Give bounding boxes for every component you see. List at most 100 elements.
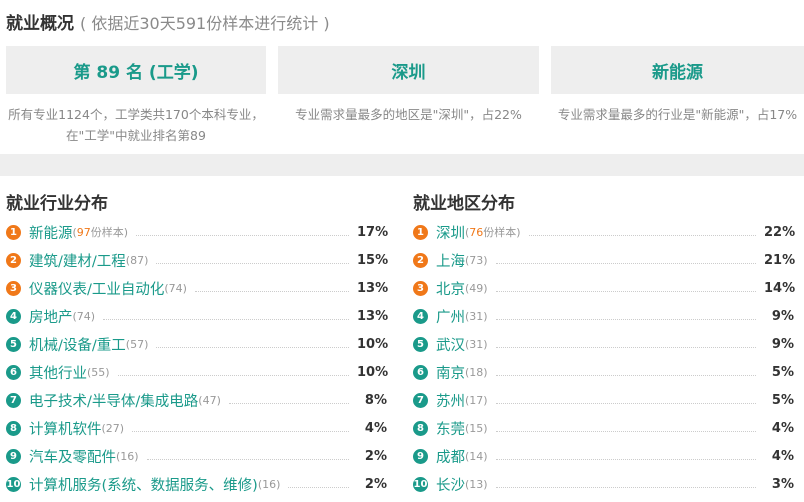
sample-count: (55) <box>87 365 110 379</box>
percentage: 15% <box>357 252 389 268</box>
region-row[interactable]: 10 长沙 (13) 3% <box>413 470 794 498</box>
sample-count: (74) <box>72 309 96 323</box>
sample-count: (57) <box>125 337 149 351</box>
percentage: 4% <box>364 420 387 436</box>
rank-badge: 9 <box>6 448 21 464</box>
industry-row[interactable]: 1 新能源 (97份样本) 17% <box>6 218 389 246</box>
sample-count: (16) <box>116 449 139 463</box>
rank-badge: 7 <box>413 392 428 408</box>
rank-description: 所有专业1124个，工学类共170个本科专业，在"工学"中就业排名第89 <box>8 107 264 143</box>
item-name-link[interactable]: 建筑/建材/工程 <box>29 250 126 271</box>
industry-section-title: 就业行业分布 <box>6 194 108 214</box>
item-name-link[interactable]: 深圳 <box>436 222 465 243</box>
industry-row[interactable]: 8 计算机软件 (27) 4% <box>6 414 387 442</box>
rank-badge: 5 <box>413 336 428 352</box>
sample-count: (47) <box>198 393 221 407</box>
region-row[interactable]: 5 武汉 (31) 9% <box>413 330 794 358</box>
region-row[interactable]: 4 广州 (31) 9% <box>413 302 794 330</box>
item-name-link[interactable]: 广州 <box>436 306 465 327</box>
region-row[interactable]: 6 南京 (18) 5% <box>413 358 794 386</box>
industry-row[interactable]: 5 机械/设备/重工 (57) 10% <box>6 330 388 358</box>
sample-count-number: 97 <box>76 226 91 239</box>
region-row[interactable]: 1 深圳 (76份样本) 22% <box>413 218 795 246</box>
item-name-link[interactable]: 北京 <box>436 278 465 299</box>
rank-badge: 8 <box>6 420 21 436</box>
region-row[interactable]: 7 苏州 (17) 5% <box>413 386 794 414</box>
item-name-link[interactable]: 房地产 <box>29 306 73 327</box>
dotted-leader <box>495 318 756 320</box>
top-region-card: 深圳 <box>278 46 539 94</box>
dotted-leader <box>495 402 756 404</box>
item-name-link[interactable]: 东莞 <box>436 418 465 439</box>
dotted-leader <box>194 290 349 292</box>
sample-count: (87) <box>125 253 149 267</box>
rank-badge: 10 <box>6 476 21 492</box>
item-name-link[interactable]: 仪器仪表/工业自动化 <box>29 278 164 299</box>
percentage: 9% <box>771 308 794 324</box>
rank-badge: 1 <box>413 224 428 240</box>
dotted-leader <box>495 346 756 348</box>
rank-badge: 5 <box>6 336 21 352</box>
item-name-link[interactable]: 长沙 <box>436 474 465 495</box>
rank-badge: 9 <box>413 448 428 464</box>
item-name-link[interactable]: 计算机软件 <box>29 418 102 439</box>
rank-badge: 10 <box>413 476 428 492</box>
dotted-leader <box>117 374 349 376</box>
industry-row[interactable]: 7 电子技术/半导体/集成电路 (47) 8% <box>6 386 387 414</box>
page-title: 就业概况 <box>6 14 74 34</box>
item-name-link[interactable]: 其他行业 <box>29 362 87 383</box>
item-name-link[interactable]: 上海 <box>436 250 465 271</box>
region-row[interactable]: 3 北京 (49) 14% <box>413 274 796 302</box>
item-name-link[interactable]: 南京 <box>436 362 465 383</box>
sample-count: (14) <box>465 449 488 463</box>
sample-count: (18) <box>465 365 488 379</box>
section-divider <box>0 154 804 176</box>
rank-badge: 6 <box>413 364 428 380</box>
industry-list: 1 新能源 (97份样本) 17% 2 建筑/建材/工程 (87) 15% 3 仪器仪表/工业自动… <box>6 218 389 498</box>
rank-badge: 2 <box>6 252 21 268</box>
industry-row[interactable]: 3 仪器仪表/工业自动化 (74) 13% <box>6 274 388 302</box>
item-name-link[interactable]: 机械/设备/重工 <box>29 334 126 355</box>
rank-badge: 1 <box>6 224 21 240</box>
rank-card: 第 89 名 (工学) <box>6 46 266 94</box>
dotted-leader <box>103 318 349 320</box>
item-name-link[interactable]: 苏州 <box>436 390 465 411</box>
percentage: 5% <box>771 392 794 408</box>
item-name-link[interactable]: 武汉 <box>436 334 465 355</box>
dotted-leader <box>495 262 756 264</box>
item-name-link[interactable]: 成都 <box>436 446 465 467</box>
industry-row[interactable]: 6 其他行业 (55) 10% <box>6 358 389 386</box>
top-region-description: 专业需求量最多的地区是"深圳"，占22% <box>295 107 522 122</box>
dotted-leader <box>528 234 756 236</box>
sample-count-suffix: 份样本 <box>90 226 124 239</box>
item-name-link[interactable]: 电子技术/半导体/集成电路 <box>29 390 198 411</box>
rank-badge: 4 <box>413 308 428 324</box>
industry-row[interactable]: 4 房地产 (74) 13% <box>6 302 388 330</box>
percentage: 5% <box>771 364 794 380</box>
sample-count-suffix: 份样本 <box>483 226 517 239</box>
sample-count: (31) <box>465 337 488 351</box>
region-row[interactable]: 8 东莞 (15) 4% <box>413 414 794 442</box>
dotted-leader <box>495 458 756 460</box>
page-header: 就业概况 ( 依据近30天591份样本进行统计 ) <box>6 9 330 35</box>
region-row[interactable]: 2 上海 (73) 21% <box>413 246 795 274</box>
sample-count: (17) <box>465 393 488 407</box>
percentage: 10% <box>357 364 389 380</box>
sample-count: (49) <box>465 281 488 295</box>
sample-count-number: 76 <box>469 226 484 239</box>
item-name-link[interactable]: 汽车及零配件 <box>29 446 116 467</box>
percentage: 4% <box>771 420 794 436</box>
dotted-leader <box>495 374 756 376</box>
industry-row[interactable]: 2 建筑/建材/工程 (87) 15% <box>6 246 389 274</box>
region-row[interactable]: 9 成都 (14) 4% <box>413 442 794 470</box>
dotted-leader <box>136 234 349 236</box>
item-name-link[interactable]: 新能源 <box>29 222 73 243</box>
percentage: 14% <box>764 280 796 296</box>
industry-row[interactable]: 9 汽车及零配件 (16) 2% <box>6 442 387 470</box>
item-name-link[interactable]: 计算机服务(系统、数据服务、维修) <box>29 474 258 495</box>
sample-count: (76份样本) <box>465 226 521 239</box>
percentage: 17% <box>357 224 389 240</box>
industry-row[interactable]: 10 计算机服务(系统、数据服务、维修) (16) 2% <box>6 470 387 498</box>
dotted-leader <box>288 486 349 488</box>
dotted-leader <box>156 262 349 264</box>
